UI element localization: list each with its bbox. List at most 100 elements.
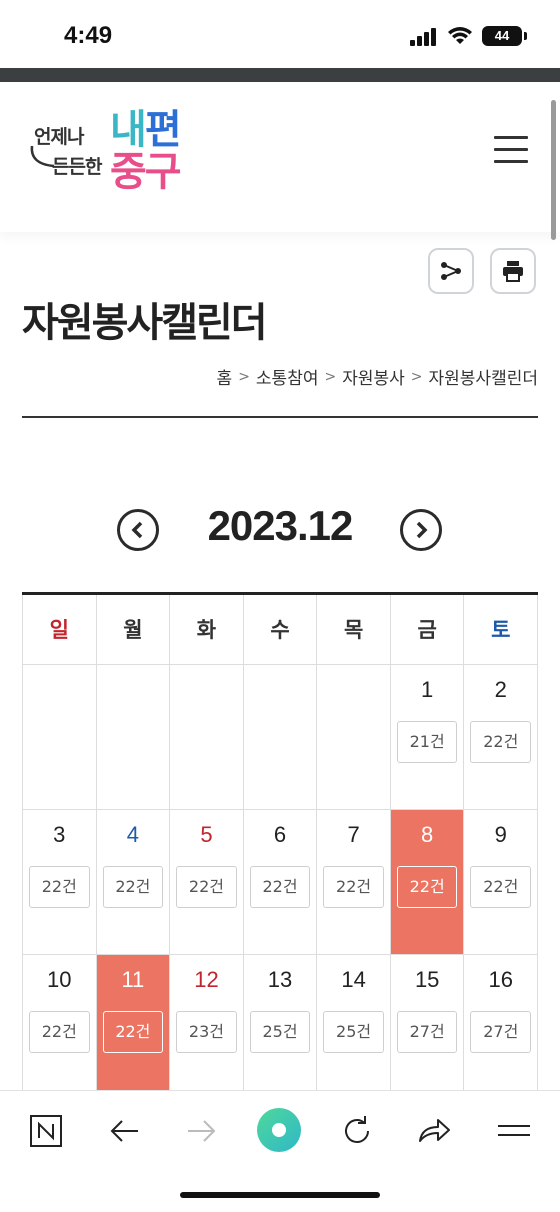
calendar-day[interactable]: 3 22건	[23, 810, 97, 954]
share-arrow-icon[interactable]	[414, 1111, 454, 1151]
volunteer-count-button[interactable]: 27건	[470, 1011, 532, 1053]
day-number: 8	[421, 822, 434, 847]
status-time: 4:49	[64, 22, 113, 49]
day-number: 9	[494, 822, 507, 847]
chevron-right-icon: >	[410, 368, 423, 385]
calendar-day-selected[interactable]: 8 22건	[390, 810, 465, 954]
day-number: 16	[488, 967, 513, 992]
signal-icon	[410, 28, 436, 46]
day-number: 4	[126, 822, 139, 847]
volunteer-count-button[interactable]: 27건	[396, 1011, 458, 1053]
page-title: 자원봉사캘린더	[22, 300, 268, 346]
calendar-day[interactable]: 6 22건	[243, 810, 318, 954]
weekday-sun: 일	[23, 595, 97, 664]
day-number: 10	[47, 967, 72, 992]
volunteer-count-button[interactable]: 22건	[176, 866, 237, 908]
calendar-empty-cell	[170, 665, 244, 809]
logo-text-top: 내편	[110, 107, 182, 153]
hamburger-menu-icon[interactable]	[494, 136, 528, 166]
volunteer-count-button[interactable]: 22건	[29, 1011, 90, 1053]
volunteer-count-button[interactable]: 22건	[29, 866, 90, 908]
calendar-empty-cell	[23, 665, 97, 809]
logo-text-bottom: 중구	[110, 149, 182, 195]
site-logo[interactable]: 언제나 든든한 내편 중구	[26, 108, 206, 198]
volunteer-count-button[interactable]: 22건	[102, 866, 164, 908]
day-number: 15	[414, 967, 440, 992]
share-button[interactable]	[428, 248, 474, 294]
forward-arrow-icon[interactable]	[182, 1111, 222, 1151]
weekday-wed: 수	[244, 595, 318, 664]
refresh-icon[interactable]	[337, 1111, 377, 1151]
status-bar: 4:49 44	[0, 0, 560, 68]
volunteer-count-button[interactable]: 25건	[323, 1011, 384, 1053]
chevron-right-icon: >	[324, 368, 337, 385]
day-number: 3	[53, 822, 66, 847]
print-button[interactable]	[490, 248, 536, 294]
volunteer-count-button[interactable]: 21건	[396, 721, 458, 763]
month-label: 2023.12	[207, 502, 354, 549]
naver-n-icon[interactable]	[26, 1111, 66, 1151]
logo-text-top-b: 편	[144, 107, 182, 153]
logo-line2: 든든한	[52, 156, 102, 178]
site-header: 언제나 든든한 내편 중구	[0, 82, 560, 232]
breadcrumb-volunteer[interactable]: 자원봉사	[342, 364, 405, 389]
volunteer-count-button[interactable]: 22건	[102, 1011, 164, 1053]
breadcrumb-current[interactable]: 자원봉사캘린더	[429, 364, 538, 389]
weekday-header: 일 월 화 수 목 금 토	[22, 595, 539, 665]
top-strip	[0, 68, 560, 82]
chevron-right-icon: >	[238, 368, 250, 385]
calendar: 일 월 화 수 목 금 토 1 21건 2 22건 3 22건 4 22건 5 …	[22, 592, 539, 1100]
month-nav: 2023.12	[0, 500, 560, 560]
title-divider	[22, 416, 538, 418]
calendar-day-selected[interactable]: 11 22건	[96, 955, 171, 1099]
breadcrumb-home[interactable]: 홈	[217, 364, 233, 389]
calendar-week: 3 22건 4 22건 5 22건 6 22건 7 22건 8 22건 9 22…	[22, 810, 539, 955]
calendar-day[interactable]: 1 21건	[390, 665, 465, 809]
scrollbar[interactable]	[551, 100, 556, 240]
volunteer-count-button[interactable]: 22건	[470, 866, 532, 908]
calendar-day[interactable]: 5 22건	[170, 810, 244, 954]
menu-icon[interactable]	[494, 1111, 534, 1151]
day-number: 13	[267, 967, 293, 992]
calendar-day[interactable]: 13 25건	[243, 955, 318, 1099]
calendar-empty-cell	[96, 665, 171, 809]
calendar-day[interactable]: 7 22건	[317, 810, 391, 954]
green-circle-icon[interactable]	[256, 1107, 302, 1153]
next-month-button[interactable]	[400, 509, 442, 551]
calendar-day[interactable]: 10 22건	[23, 955, 97, 1099]
back-arrow-icon[interactable]	[104, 1111, 144, 1151]
calendar-day[interactable]: 9 22건	[464, 810, 539, 954]
print-icon	[503, 261, 523, 282]
home-indicator[interactable]	[180, 1192, 380, 1198]
calendar-day[interactable]: 12 23건	[170, 955, 244, 1099]
calendar-day[interactable]: 15 27건	[390, 955, 465, 1099]
calendar-day[interactable]: 14 25건	[317, 955, 391, 1099]
day-number: 5	[200, 822, 213, 847]
calendar-day[interactable]: 4 22건	[96, 810, 171, 954]
volunteer-count-button[interactable]: 22건	[249, 866, 311, 908]
day-number: 7	[347, 822, 360, 847]
volunteer-count-button[interactable]: 25건	[249, 1011, 311, 1053]
calendar-day[interactable]: 16 27건	[464, 955, 539, 1099]
calendar-week: 1 21건 2 22건	[22, 665, 539, 810]
breadcrumb-communication[interactable]: 소통참여	[256, 364, 319, 389]
chevron-right-icon	[416, 521, 428, 539]
logo-line1: 언제나	[34, 126, 84, 148]
weekday-mon: 월	[97, 595, 171, 664]
share-icon	[441, 262, 461, 280]
day-number: 14	[341, 967, 366, 992]
weekday-sat: 토	[464, 595, 539, 664]
day-number: 12	[194, 967, 219, 992]
weekday-tue: 화	[170, 595, 244, 664]
day-number: 11	[121, 967, 145, 992]
volunteer-count-button[interactable]: 22건	[470, 721, 532, 763]
day-number: 2	[494, 677, 507, 702]
volunteer-count-button[interactable]: 22건	[323, 866, 384, 908]
volunteer-count-button[interactable]: 22건	[396, 866, 458, 908]
wifi-icon	[448, 27, 472, 44]
day-number: 1	[421, 677, 434, 702]
breadcrumb: 홈 > 소통참여 > 자원봉사 > 자원봉사캘린더	[217, 364, 538, 390]
battery-icon: 44	[482, 26, 527, 46]
calendar-day[interactable]: 2 22건	[464, 665, 539, 809]
volunteer-count-button[interactable]: 23건	[176, 1011, 237, 1053]
